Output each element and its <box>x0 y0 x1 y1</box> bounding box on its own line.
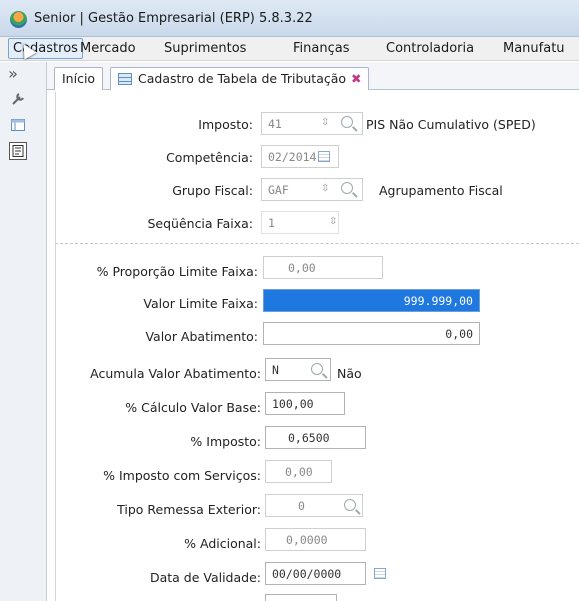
menu-manufatura[interactable]: Manufatu <box>503 41 565 56</box>
menu-controladoria[interactable]: Controladoria <box>386 41 474 56</box>
tab-cadastro-label: Cadastro de Tabela de Tributação <box>138 71 347 86</box>
sequencia-spinner-icon[interactable]: ⇳ <box>329 216 337 227</box>
tab-inicio-label: Início <box>62 71 96 86</box>
section-divider <box>55 243 579 244</box>
document-icon[interactable] <box>9 142 27 160</box>
calculo-valor-base-field[interactable]: 100,00 <box>265 392 345 415</box>
imposto-label: Imposto: <box>198 117 253 132</box>
window-icon[interactable] <box>9 116 27 134</box>
proporcao-limite-field[interactable]: 0,00 <box>263 256 383 279</box>
valor-limite-field[interactable]: 999.999,00 <box>263 289 480 312</box>
next-field-partial[interactable] <box>265 594 337 601</box>
sequencia-faixa-label: Seqüência Faixa: <box>147 216 253 231</box>
data-validade-calendar-icon[interactable] <box>374 568 386 579</box>
competencia-label: Competência: <box>166 150 253 165</box>
sequencia-faixa-field[interactable]: 1 <box>261 211 339 234</box>
tab-cadastro-tabela-tributacao[interactable]: Cadastro de Tabela de Tributação ✖ <box>110 67 369 90</box>
valor-abatimento-label: Valor Abatimento: <box>145 329 258 344</box>
tab-inicio[interactable]: Início <box>54 67 104 90</box>
tipo-remessa-search-icon[interactable] <box>344 499 356 511</box>
menu-mercado[interactable]: Mercado <box>80 41 136 56</box>
imposto-description: PIS Não Cumulativo (SPED) <box>366 117 536 132</box>
sidebar: » <box>0 62 47 601</box>
title-bar: Senior | Gestão Empresarial (ERP) 5.8.3.… <box>0 0 579 37</box>
menu-bar: Cadastros Mercado Suprimentos Finanças C… <box>0 37 579 61</box>
imposto-search-icon[interactable] <box>341 116 353 128</box>
app-logo-icon <box>10 11 27 28</box>
proporcao-limite-label: % Proporção Limite Faixa: <box>96 264 258 279</box>
acumula-abatimento-description: Não <box>337 366 362 381</box>
acumula-abatimento-label: Acumula Valor Abatimento: <box>90 366 261 381</box>
menu-financas[interactable]: Finanças <box>293 41 349 56</box>
grupo-fiscal-label: Grupo Fiscal: <box>172 183 253 198</box>
table-icon <box>118 73 132 85</box>
adicional-label: % Adicional: <box>184 536 261 551</box>
grupo-fiscal-search-icon[interactable] <box>341 182 353 194</box>
acumula-search-icon[interactable] <box>311 363 323 375</box>
imposto-spinner-icon[interactable]: ⇳ <box>321 117 329 128</box>
valor-abatimento-field[interactable]: 0,00 <box>263 322 480 345</box>
imposto-servicos-field[interactable]: 0,00 <box>265 460 332 483</box>
tipo-remessa-label: Tipo Remessa Exterior: <box>117 502 261 517</box>
form-panel <box>55 92 579 601</box>
imposto-pct-label: % Imposto: <box>190 434 261 449</box>
valor-limite-label: Valor Limite Faixa: <box>143 296 258 311</box>
wrench-icon[interactable] <box>9 90 27 108</box>
calculo-valor-base-label: % Cálculo Valor Base: <box>125 400 261 415</box>
collapse-icon[interactable]: » <box>4 64 22 83</box>
window-title: Senior | Gestão Empresarial (ERP) 5.8.3.… <box>34 11 313 26</box>
menu-suprimentos[interactable]: Suprimentos <box>164 41 246 56</box>
close-tab-icon[interactable]: ✖ <box>351 71 361 86</box>
grupo-fiscal-spinner-icon[interactable]: ⇳ <box>321 183 329 194</box>
tab-bar: Início Cadastro de Tabela de Tributação ✖ <box>47 62 579 90</box>
imposto-pct-field[interactable]: 0,6500 <box>265 426 366 449</box>
adicional-field[interactable]: 0,0000 <box>265 528 366 551</box>
imposto-servicos-label: % Imposto com Serviços: <box>103 468 261 483</box>
data-validade-field[interactable]: 00/00/0000 <box>265 562 366 585</box>
grupo-fiscal-description: Agrupamento Fiscal <box>379 183 503 198</box>
competencia-calendar-icon[interactable] <box>318 151 330 162</box>
data-validade-label: Data de Validade: <box>149 570 261 585</box>
